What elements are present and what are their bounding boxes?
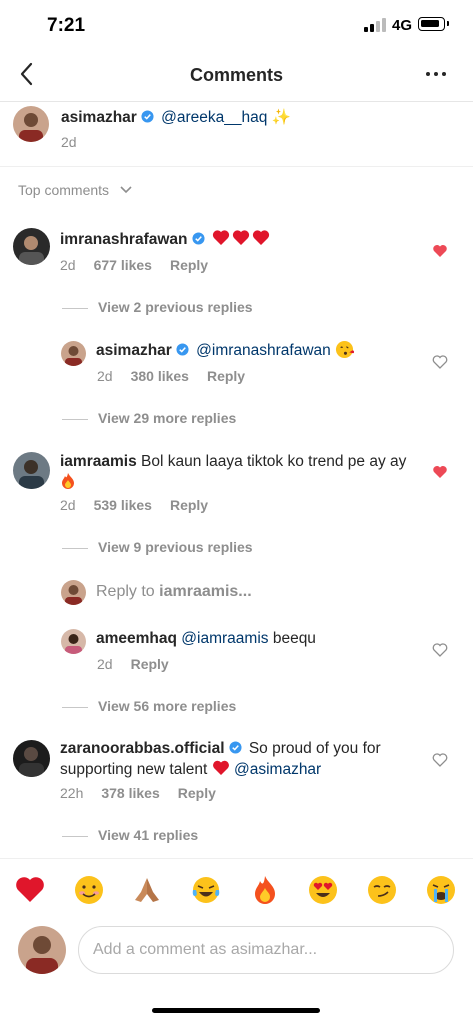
caption-text: asimazhar @areeka__haq ✨ <box>61 107 291 128</box>
like-heart-icon[interactable] <box>432 243 448 259</box>
comment-username[interactable]: asimazhar <box>96 342 172 359</box>
comment-time: 2d <box>97 368 113 384</box>
avatar[interactable] <box>13 452 50 489</box>
smiling-face-emoji-button[interactable] <box>73 874 105 906</box>
reply-mention[interactable]: @imranashrafawan <box>196 342 331 359</box>
reply-button[interactable]: Reply <box>178 785 216 801</box>
likes-count[interactable]: 677 likes <box>94 257 152 273</box>
network-type: 4G <box>392 17 413 34</box>
status-bar: 7:21 4G <box>0 0 473 50</box>
reply-text: asimazhar @imranashrafawan <box>96 340 355 361</box>
view-more-replies[interactable]: View 56 more replies <box>62 698 236 714</box>
sort-dropdown[interactable]: Top comments <box>18 182 133 198</box>
comment-mention[interactable]: @asimazhar <box>234 761 321 778</box>
like-heart-icon[interactable] <box>432 464 448 480</box>
avatar[interactable] <box>13 106 49 142</box>
avatar[interactable] <box>61 341 86 366</box>
reply-button[interactable]: Reply <box>170 257 208 273</box>
reply-button[interactable]: Reply <box>170 497 208 513</box>
comment-body: Bol kaun laaya tiktok ko trend pe ay ay <box>141 453 407 470</box>
likes-count[interactable]: 380 likes <box>131 368 189 384</box>
avatar <box>61 580 86 605</box>
comment-body: supporting new talent <box>60 761 208 778</box>
emoji-bar <box>0 858 473 923</box>
view-replies[interactable]: View 41 replies <box>62 827 198 843</box>
sort-label: Top comments <box>18 182 110 198</box>
comment-body: So proud of you for <box>248 740 381 757</box>
comment-time: 22h <box>60 785 84 801</box>
divider <box>0 166 473 167</box>
comment-input-row <box>0 924 473 980</box>
caption-mention[interactable]: @areeka__haq <box>161 109 267 126</box>
avatar[interactable] <box>61 629 86 654</box>
folded-hands-emoji-button[interactable] <box>131 874 163 906</box>
chevron-down-icon <box>120 186 132 194</box>
view-previous-replies[interactable]: View 2 previous replies <box>62 299 253 315</box>
fire-emoji <box>60 473 76 491</box>
heart-emoji-button[interactable] <box>14 874 46 906</box>
view-more-replies[interactable]: View 29 more replies <box>62 410 236 426</box>
home-indicator <box>152 1008 320 1013</box>
like-heart-icon[interactable] <box>432 642 448 658</box>
tears-of-joy-emoji-button[interactable] <box>190 874 222 906</box>
reply-mention[interactable]: @iamraamis <box>181 630 268 647</box>
fire-emoji-button[interactable] <box>249 874 281 906</box>
avatar <box>18 926 66 974</box>
sparkles-emoji: ✨ <box>271 109 291 126</box>
caption-time: 2d <box>61 134 77 150</box>
header: Comments <box>0 50 473 102</box>
hearts-emoji <box>212 230 270 248</box>
comment-username[interactable]: ameemhaq <box>96 630 177 647</box>
reply-button[interactable]: Reply <box>131 656 169 672</box>
avatar[interactable] <box>13 740 50 777</box>
comment-username[interactable]: iamraamis <box>60 453 137 470</box>
verified-badge-icon <box>228 741 242 754</box>
comment-meta: 22h 378 likes Reply <box>60 785 234 801</box>
inline-reply-field[interactable]: Reply to iamraamis... <box>96 583 252 601</box>
comment-time: 2d <box>60 497 76 513</box>
comment-meta: 2d 539 likes Reply <box>60 497 226 513</box>
comment-time: 2d <box>60 257 76 273</box>
smirk-emoji-button[interactable] <box>366 874 398 906</box>
avatar[interactable] <box>13 228 50 265</box>
caption-username[interactable]: asimazhar <box>61 109 137 126</box>
signal-icon <box>364 18 386 32</box>
view-previous-replies[interactable]: View 9 previous replies <box>62 539 253 555</box>
heart-emoji <box>212 760 230 778</box>
comment-text: zaranoorabbas.official So proud of you f… <box>60 738 430 780</box>
comment-meta: 2d 380 likes Reply <box>97 368 263 384</box>
verified-badge-icon <box>141 110 154 123</box>
comment-body: beequ <box>272 630 316 647</box>
comment-username[interactable]: zaranoorabbas.official <box>60 740 225 757</box>
likes-count[interactable]: 539 likes <box>94 497 152 513</box>
page-title: Comments <box>189 65 283 85</box>
heart-eyes-emoji-button[interactable] <box>307 874 339 906</box>
more-options-icon[interactable] <box>424 62 448 86</box>
status-time: 7:21 <box>47 15 86 36</box>
likes-count[interactable]: 378 likes <box>101 785 159 801</box>
comment-username[interactable]: imranashrafawan <box>60 231 188 248</box>
reply-text: ameemhaq @iamraamis beequ <box>96 628 316 649</box>
comment-time: 2d <box>97 656 113 672</box>
comment-text: iamraamis Bol kaun laaya tiktok ko trend… <box>60 451 420 493</box>
verified-badge-icon <box>191 232 205 245</box>
kiss-emoji <box>335 340 355 359</box>
comment-meta: 2d 677 likes Reply <box>60 257 226 273</box>
like-heart-icon[interactable] <box>432 354 448 370</box>
like-heart-icon[interactable] <box>432 752 448 768</box>
comment-text: imranashrafawan <box>60 229 270 250</box>
comment-meta: 2d Reply <box>97 656 187 672</box>
reply-button[interactable]: Reply <box>207 368 245 384</box>
crying-face-emoji-button[interactable] <box>425 874 457 906</box>
battery-icon <box>418 17 449 31</box>
verified-badge-icon <box>176 343 189 356</box>
comment-input[interactable] <box>78 926 454 974</box>
